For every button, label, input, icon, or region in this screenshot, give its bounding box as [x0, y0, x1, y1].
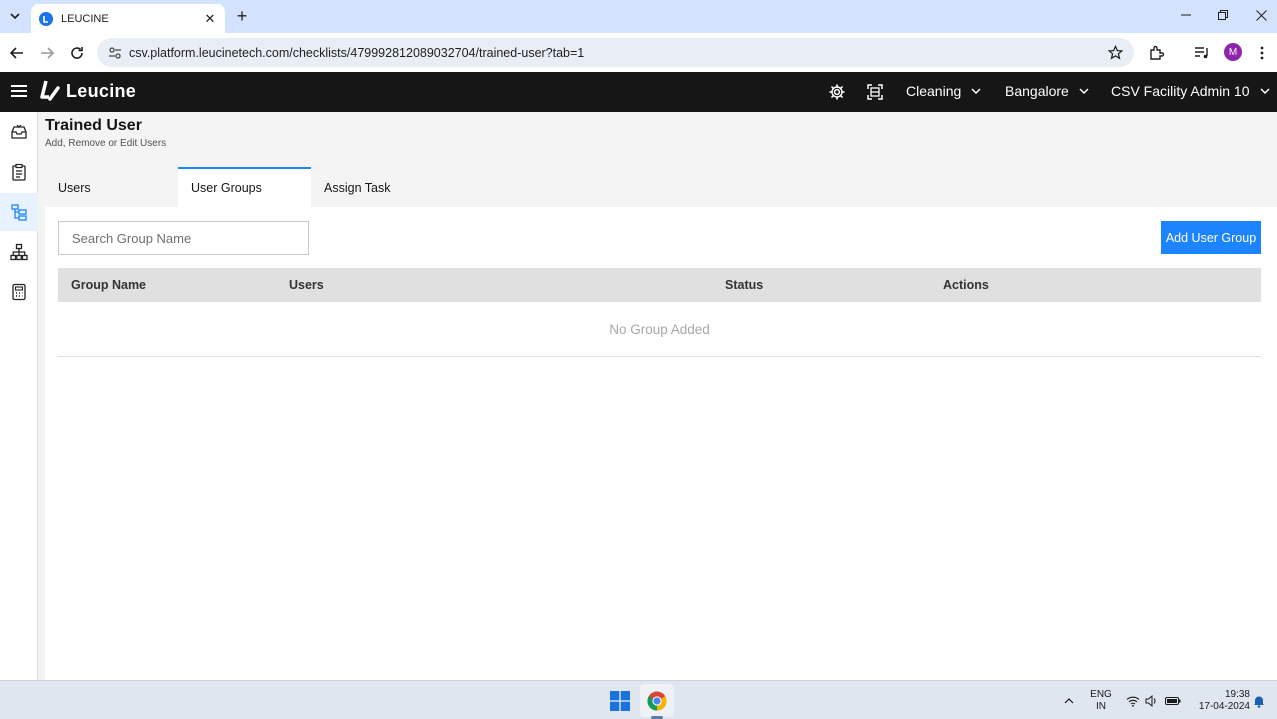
page-subtitle: Add, Remove or Edit Users — [45, 138, 167, 149]
calculator-icon — [12, 283, 26, 301]
page-title: Trained User — [45, 117, 142, 134]
user-groups-panel: Add User Group Group Name Users Status A… — [45, 207, 1277, 680]
browser-tab-title: LEUCINE — [61, 12, 109, 25]
system-clock[interactable]: 19:38 17-04-2024 — [1188, 689, 1250, 713]
settings-gear-icon[interactable] — [827, 82, 847, 102]
facility-dropdown[interactable]: Bangalore — [1005, 83, 1089, 99]
scan-qr-icon[interactable] — [865, 82, 885, 102]
sidebar-item-inbox[interactable] — [0, 113, 38, 151]
reload-icon[interactable] — [66, 42, 88, 64]
hamburger-menu-icon[interactable] — [11, 83, 27, 99]
column-header-actions: Actions — [943, 278, 989, 292]
minimize-icon[interactable] — [1172, 4, 1200, 26]
brand-logo[interactable]: Leucine — [40, 80, 136, 102]
table-header: Group Name Users Status Actions — [58, 268, 1261, 302]
language-code: ENG — [1090, 689, 1112, 700]
browser-tab[interactable]: LEUCINE ✕ — [31, 4, 225, 33]
restore-icon[interactable] — [1209, 4, 1237, 26]
show-hidden-icons-chevron-icon[interactable] — [1056, 688, 1082, 714]
hierarchy-blocks-icon — [11, 204, 27, 221]
clipboard-icon — [12, 163, 26, 181]
sidebar-item-reports[interactable] — [0, 273, 38, 311]
column-header-group-name: Group Name — [71, 278, 147, 292]
main-content: Trained User Add, Remove or Edit Users U… — [39, 112, 1277, 680]
browser-menu-icon[interactable] — [1251, 42, 1273, 64]
leucine-logo-icon — [40, 80, 60, 101]
tab-users[interactable]: Users — [45, 167, 178, 207]
close-tab-icon[interactable]: ✕ — [203, 11, 217, 26]
sidebar-item-org-structure[interactable] — [0, 233, 38, 271]
browser-toolbar: csv.platform.leucinetech.com/checklists/… — [0, 33, 1277, 72]
sidebar-item-ontology[interactable] — [0, 193, 38, 231]
media-control-icon[interactable] — [1191, 42, 1213, 64]
user-menu-dropdown[interactable]: CSV Facility Admin 10 — [1111, 83, 1270, 99]
brand-name: Leucine — [66, 80, 137, 101]
leucine-favicon-icon — [39, 11, 53, 26]
tab-user-groups[interactable]: User Groups — [178, 167, 311, 207]
column-header-users: Users — [289, 278, 324, 292]
windows-start-icon[interactable] — [607, 688, 633, 714]
chevron-down-icon — [1079, 86, 1089, 96]
browser-tabstrip: LEUCINE ✕ + — [0, 0, 1277, 33]
empty-table-message: No Group Added — [58, 302, 1261, 357]
url-text: csv.platform.leucinetech.com/checklists/… — [129, 45, 585, 60]
inbox-icon — [11, 124, 27, 139]
address-bar[interactable]: csv.platform.leucinetech.com/checklists/… — [97, 38, 1134, 67]
app-sidebar — [0, 112, 38, 680]
battery-icon[interactable] — [1160, 688, 1186, 714]
forward-arrow-icon[interactable] — [36, 42, 58, 64]
chevron-down-icon — [1259, 86, 1270, 96]
page-tabs: Users User Groups Assign Task — [45, 167, 444, 207]
org-chart-icon — [10, 243, 28, 261]
notification-bell-icon[interactable] — [1246, 688, 1272, 714]
app-header: Leucine Cleaning Bangalore CSV Facility … — [0, 72, 1277, 112]
back-arrow-icon[interactable] — [6, 42, 28, 64]
chrome-icon[interactable] — [644, 688, 670, 714]
clock-date: 17-04-2024 — [1198, 701, 1250, 712]
use-case-dropdown[interactable]: Cleaning — [906, 83, 981, 99]
clock-time: 19:38 — [1224, 689, 1250, 700]
facility-label: Bangalore — [1005, 83, 1069, 99]
tab-search-chevron-icon[interactable] — [4, 5, 26, 27]
site-info-icon[interactable] — [107, 45, 123, 61]
search-group-input[interactable] — [58, 221, 309, 255]
column-header-status: Status — [725, 278, 764, 292]
tab-assign-task[interactable]: Assign Task — [311, 167, 444, 207]
user-name-label: CSV Facility Admin 10 — [1111, 83, 1250, 99]
region-code: IN — [1096, 701, 1106, 712]
sidebar-item-checklists[interactable] — [0, 153, 38, 191]
add-user-group-button[interactable]: Add User Group — [1161, 221, 1261, 254]
profile-avatar[interactable]: M — [1224, 43, 1242, 61]
input-language-indicator[interactable]: ENG IN — [1089, 689, 1113, 713]
use-case-label: Cleaning — [906, 83, 962, 99]
bookmark-star-icon[interactable] — [1104, 42, 1126, 64]
extensions-puzzle-icon[interactable] — [1146, 42, 1168, 64]
chevron-down-icon — [971, 86, 981, 96]
new-tab-icon[interactable]: + — [232, 6, 252, 26]
os-taskbar: ENG IN 19:38 17-04-2024 — [0, 680, 1277, 719]
close-window-icon[interactable] — [1247, 4, 1275, 26]
